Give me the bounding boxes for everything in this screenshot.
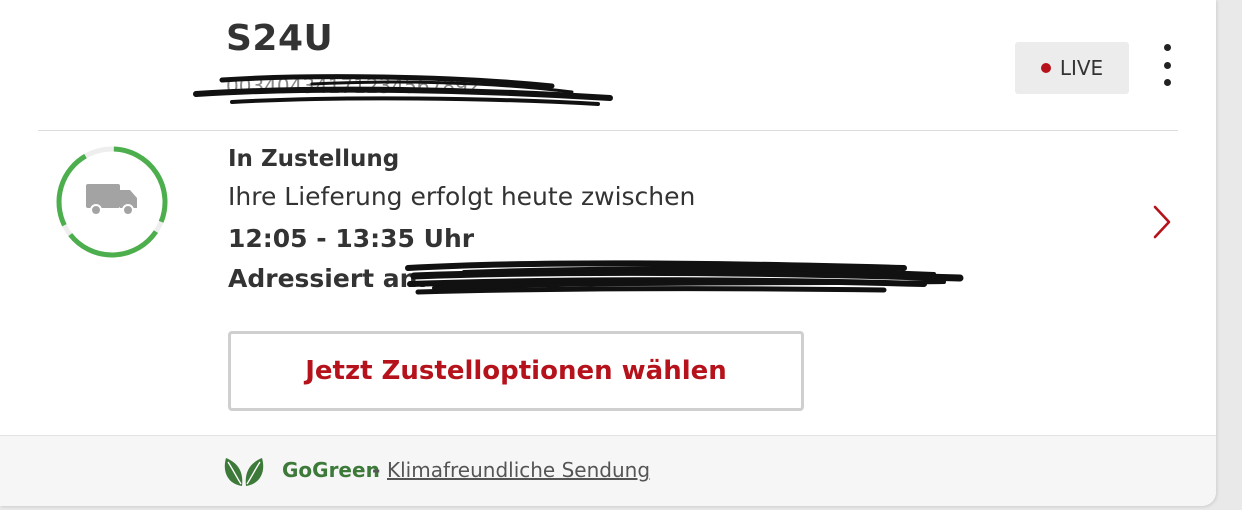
delivery-options-button[interactable]: Jetzt Zustelloptionen wählen [228, 331, 804, 411]
delivery-message: Ihre Lieferung erfolgt heute zwischen [228, 182, 696, 211]
chevron-right-icon[interactable] [1152, 205, 1172, 239]
delivery-van-icon [86, 184, 137, 216]
gogreen-separator: - [372, 458, 381, 482]
divider [38, 130, 1178, 131]
live-label: LIVE [1059, 56, 1104, 80]
delivery-time-window: 12:05 - 13:35 Uhr [228, 224, 475, 253]
redaction-scribble [193, 74, 613, 106]
eco-shipping-link[interactable]: Klimafreundliche Sendung [387, 458, 650, 482]
progress-ring-segment [113, 146, 168, 223]
leaf-icon [224, 458, 264, 486]
shipment-title: S24U [226, 18, 334, 59]
live-badge[interactable]: LIVE [1015, 42, 1129, 94]
address-label: Adressiert an: [228, 264, 428, 293]
progress-ring-segment [68, 230, 159, 258]
gogreen-label: GoGreen [282, 458, 380, 482]
progress-ring [56, 146, 168, 258]
footer: GoGreen - Klimafreundliche Sendung [0, 435, 1216, 506]
redaction-scribble [405, 260, 964, 295]
live-dot-icon [1040, 63, 1051, 73]
progress-ring-segment [56, 153, 87, 227]
status-heading: In Zustellung [228, 146, 400, 172]
kebab-menu-icon[interactable] [1154, 44, 1180, 86]
shipment-card: S24U 00340434171234567892 LIVE In Zustel… [0, 0, 1216, 506]
